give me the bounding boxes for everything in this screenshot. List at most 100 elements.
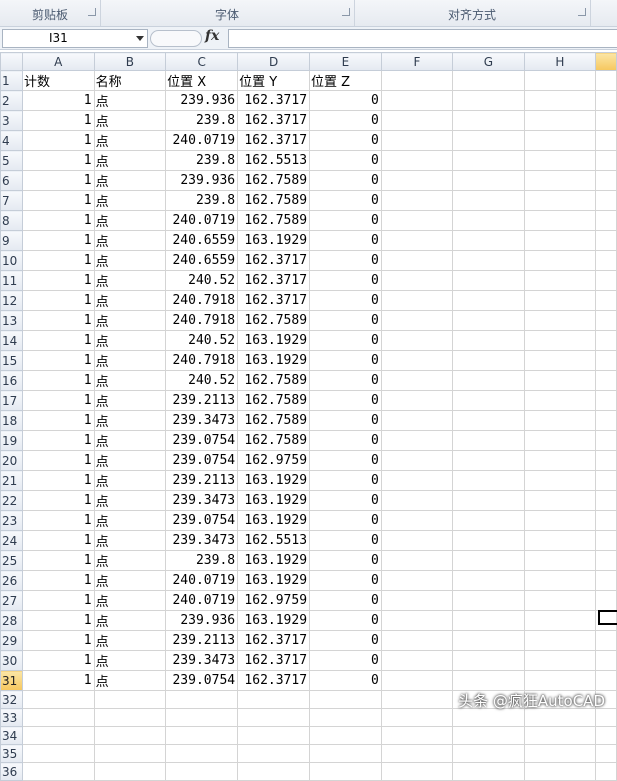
column-header[interactable]: D bbox=[237, 52, 311, 71]
grid-cell[interactable] bbox=[595, 650, 617, 671]
grid-cell[interactable]: 0 bbox=[309, 90, 382, 111]
grid-cell[interactable] bbox=[523, 350, 597, 371]
grid-cell[interactable] bbox=[380, 350, 454, 371]
grid-cell[interactable]: 0 bbox=[309, 470, 382, 491]
grid-cell[interactable]: 1 bbox=[21, 530, 95, 551]
grid-cell[interactable] bbox=[380, 490, 454, 511]
grid-cell[interactable] bbox=[452, 370, 525, 391]
grid-cell[interactable]: 162.7589 bbox=[237, 190, 311, 211]
grid-cell[interactable] bbox=[523, 310, 597, 331]
row-header[interactable]: 34 bbox=[0, 726, 23, 745]
ribbon-group-font[interactable]: 字体 bbox=[100, 0, 355, 26]
row-header[interactable]: 5 bbox=[0, 150, 23, 171]
grid-cell[interactable] bbox=[380, 690, 454, 709]
grid-cell[interactable] bbox=[309, 744, 382, 763]
grid-cell[interactable]: 240.6559 bbox=[165, 230, 239, 251]
grid-cell[interactable]: 1 bbox=[21, 110, 95, 131]
column-header[interactable]: E bbox=[309, 52, 382, 71]
grid-cell[interactable] bbox=[595, 150, 617, 171]
grid-cell[interactable]: 162.5513 bbox=[237, 150, 311, 171]
row-header[interactable]: 6 bbox=[0, 170, 23, 191]
grid-cell[interactable] bbox=[595, 630, 617, 651]
grid-cell[interactable]: 1 bbox=[21, 670, 95, 691]
grid-cell[interactable] bbox=[595, 410, 617, 431]
grid-cell[interactable] bbox=[595, 726, 617, 745]
grid-cell[interactable]: 239.3473 bbox=[165, 490, 239, 511]
grid-cell[interactable] bbox=[452, 610, 525, 631]
grid-cell[interactable] bbox=[309, 726, 382, 745]
grid-cell[interactable] bbox=[309, 762, 382, 781]
row-header[interactable]: 21 bbox=[0, 470, 23, 491]
grid-cell[interactable] bbox=[595, 250, 617, 271]
grid-cell[interactable] bbox=[452, 490, 525, 511]
grid-cell[interactable]: 点 bbox=[93, 450, 167, 471]
grid-cell[interactable]: 0 bbox=[309, 290, 382, 311]
ribbon-group-clipboard[interactable]: 剪贴板 bbox=[0, 0, 101, 26]
row-header[interactable]: 9 bbox=[0, 230, 23, 251]
grid-cell[interactable]: 162.3717 bbox=[237, 110, 311, 131]
grid-cell[interactable] bbox=[380, 450, 454, 471]
grid-cell[interactable] bbox=[93, 690, 167, 709]
grid-cell[interactable] bbox=[380, 430, 454, 451]
grid-cell[interactable]: 162.9759 bbox=[237, 590, 311, 611]
grid-cell[interactable] bbox=[595, 350, 617, 371]
grid-cell[interactable] bbox=[523, 550, 597, 571]
grid-cell[interactable]: 位置 Y bbox=[237, 70, 311, 91]
grid-cell[interactable] bbox=[21, 762, 95, 781]
row-header[interactable]: 11 bbox=[0, 270, 23, 291]
grid-cell[interactable]: 0 bbox=[309, 430, 382, 451]
grid-cell[interactable]: 1 bbox=[21, 570, 95, 591]
grid-cell[interactable] bbox=[452, 670, 525, 691]
grid-cell[interactable] bbox=[380, 70, 454, 91]
grid-cell[interactable]: 240.52 bbox=[165, 330, 239, 351]
grid-cell[interactable] bbox=[523, 510, 597, 531]
grid-cell[interactable] bbox=[452, 310, 525, 331]
row-header[interactable]: 2 bbox=[0, 90, 23, 111]
grid-cell[interactable]: 1 bbox=[21, 330, 95, 351]
grid-cell[interactable]: 点 bbox=[93, 410, 167, 431]
grid-cell[interactable]: 0 bbox=[309, 670, 382, 691]
row-header[interactable]: 29 bbox=[0, 630, 23, 651]
row-header[interactable]: 24 bbox=[0, 530, 23, 551]
grid-cell[interactable] bbox=[380, 708, 454, 727]
row-header[interactable]: 10 bbox=[0, 250, 23, 271]
grid-cell[interactable] bbox=[523, 90, 597, 111]
grid-cell[interactable]: 1 bbox=[21, 510, 95, 531]
grid-cell[interactable] bbox=[523, 150, 597, 171]
grid-cell[interactable] bbox=[380, 390, 454, 411]
grid-cell[interactable]: 0 bbox=[309, 390, 382, 411]
grid-cell[interactable] bbox=[523, 370, 597, 391]
grid-cell[interactable] bbox=[595, 470, 617, 491]
grid-cell[interactable]: 点 bbox=[93, 470, 167, 491]
grid-cell[interactable]: 点 bbox=[93, 230, 167, 251]
grid-cell[interactable] bbox=[595, 450, 617, 471]
grid-cell[interactable] bbox=[380, 744, 454, 763]
grid-cell[interactable] bbox=[452, 590, 525, 611]
row-header[interactable]: 4 bbox=[0, 130, 23, 151]
grid-cell[interactable]: 162.3717 bbox=[237, 270, 311, 291]
grid-cell[interactable]: 点 bbox=[93, 310, 167, 331]
grid-cell[interactable]: 239.0754 bbox=[165, 670, 239, 691]
dialog-launcher-icon[interactable] bbox=[88, 8, 96, 16]
grid-cell[interactable]: 240.6559 bbox=[165, 250, 239, 271]
grid-cell[interactable]: 163.1929 bbox=[237, 490, 311, 511]
grid-cell[interactable]: 162.7589 bbox=[237, 310, 311, 331]
grid-cell[interactable] bbox=[380, 670, 454, 691]
grid-cell[interactable] bbox=[237, 762, 311, 781]
grid-cell[interactable]: 1 bbox=[21, 430, 95, 451]
grid-cell[interactable] bbox=[380, 130, 454, 151]
grid-cell[interactable] bbox=[165, 762, 239, 781]
grid-cell[interactable] bbox=[523, 610, 597, 631]
grid-cell[interactable]: 162.7589 bbox=[237, 370, 311, 391]
row-header[interactable]: 31 bbox=[0, 670, 23, 691]
grid-cell[interactable] bbox=[523, 470, 597, 491]
row-header[interactable]: 32 bbox=[0, 690, 23, 709]
grid-cell[interactable]: 240.7918 bbox=[165, 290, 239, 311]
row-header[interactable]: 3 bbox=[0, 110, 23, 131]
dialog-launcher-icon[interactable] bbox=[342, 8, 350, 16]
grid-cell[interactable]: 0 bbox=[309, 490, 382, 511]
row-header[interactable]: 22 bbox=[0, 490, 23, 511]
grid-cell[interactable]: 1 bbox=[21, 310, 95, 331]
row-header[interactable]: 27 bbox=[0, 590, 23, 611]
grid-cell[interactable]: 240.0719 bbox=[165, 210, 239, 231]
